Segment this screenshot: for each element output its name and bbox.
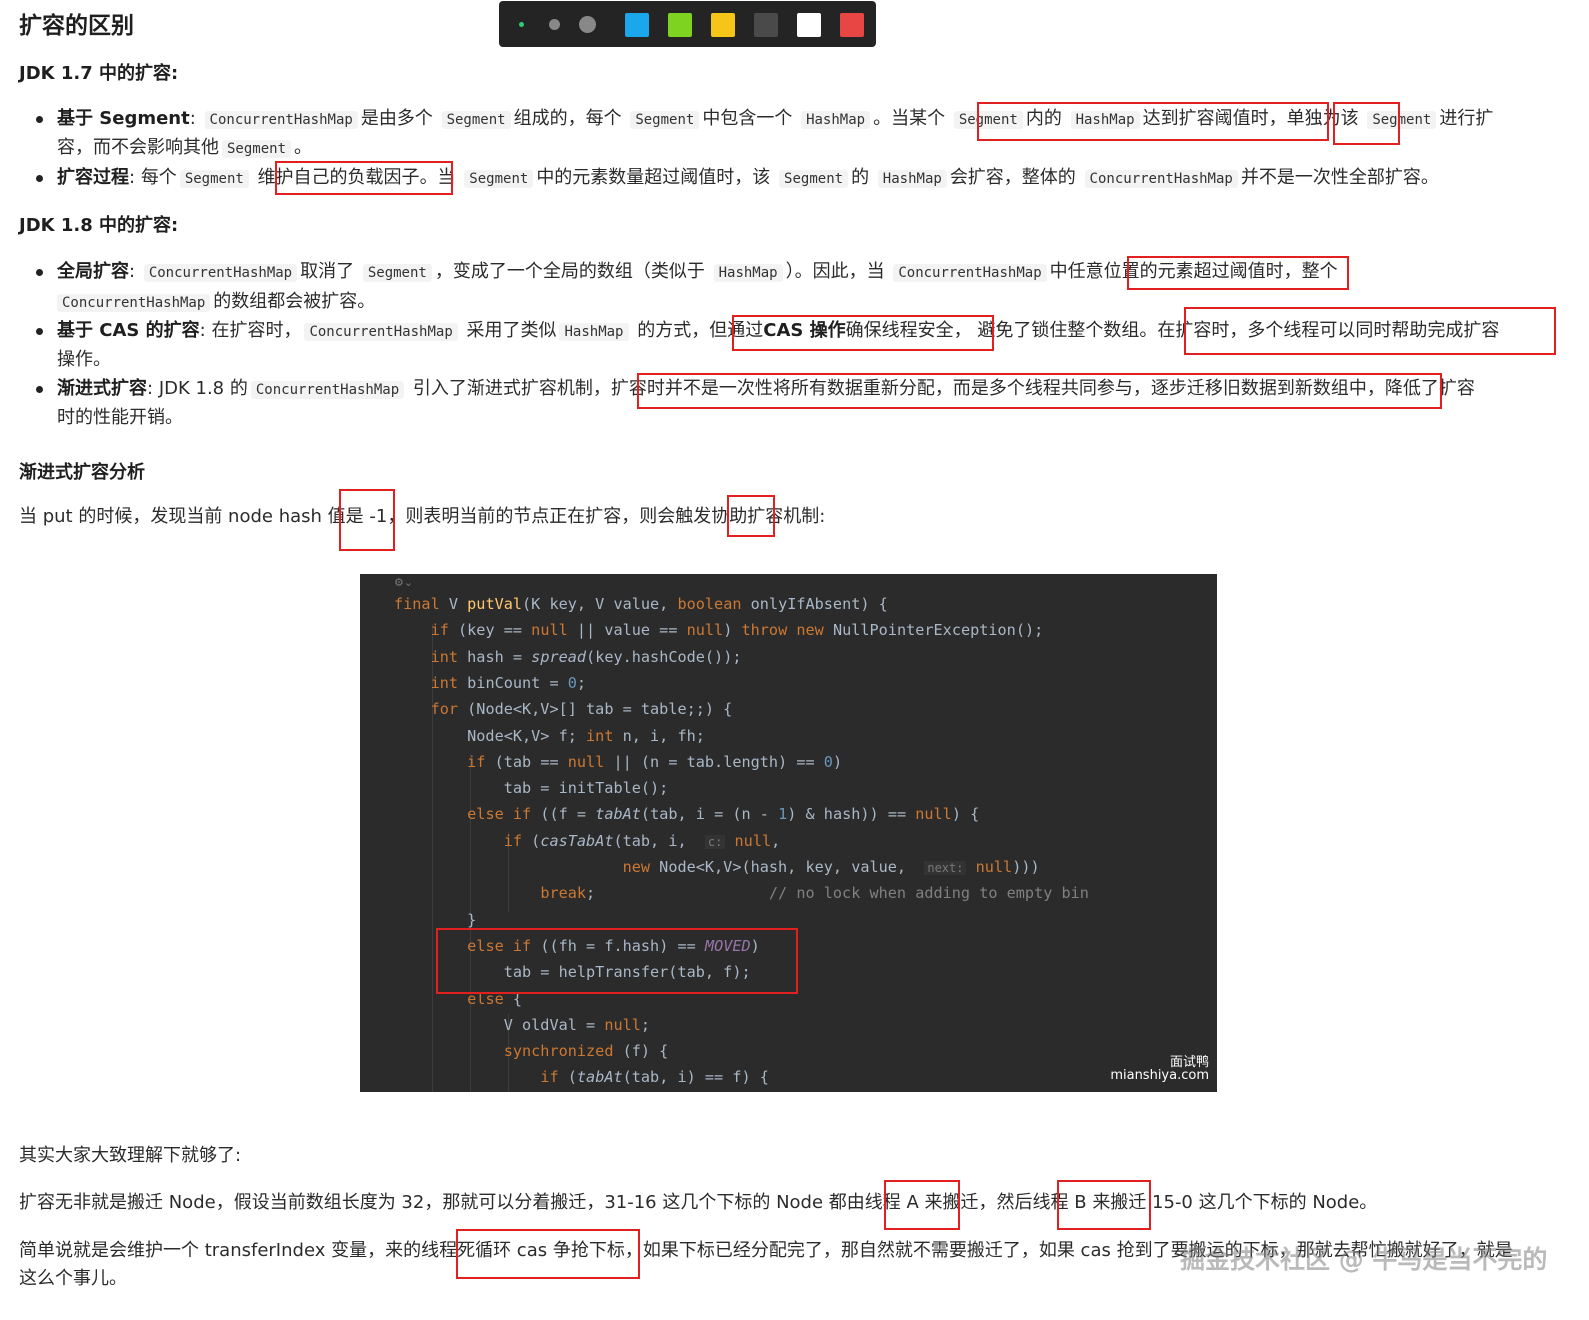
code-line: Node<K,V> f; int n, i, fh;: [394, 726, 705, 745]
color-swatch-white[interactable]: [797, 13, 821, 37]
summary-p2: 扩容无非就是搬迁 Node，假设当前数组长度为 32，那就可以分着搬迁，31-1…: [19, 1192, 1378, 1213]
code-line: for (Node<K,V>[] tab = table;;) {: [430, 700, 733, 719]
code-line: else if ((f = tabAt(tab, i = (n - 1) & h…: [467, 805, 980, 824]
jdk17-heading: JDK 1.7 中的扩容:: [19, 63, 179, 84]
analysis-intro: 当 put 的时候，发现当前 node hash 值是 -1，则表明当前的节点正…: [19, 506, 826, 527]
summary-watermark: 掘金技术社区 @ 牛马是当不完的: [1180, 1245, 1548, 1274]
highlight-box: [977, 102, 1329, 141]
code-screenshot: ⚙⌄ final V putVal(K key, V value, boolea…: [360, 574, 1217, 1092]
highlight-box: [637, 373, 1442, 409]
color-swatch-green[interactable]: [668, 13, 692, 37]
highlight-box: [1057, 1180, 1151, 1230]
jdk17-bullet-segment-line2: 容，而不会影响其他 Segment。: [57, 137, 313, 158]
jdk18-bullet-progressive-line2: 时的性能开销。: [57, 407, 183, 428]
bullet-dot: [36, 175, 43, 182]
color-swatch-gray[interactable]: [754, 13, 778, 37]
highlight-box: [436, 928, 798, 994]
highlight-box: [1184, 307, 1556, 355]
color-swatch-blue[interactable]: [625, 13, 649, 37]
code-line: tab = initTable();: [394, 779, 669, 798]
pen-size-small-icon[interactable]: [519, 22, 524, 27]
analysis-heading: 渐进式扩容分析: [19, 462, 145, 483]
jdk18-heading: JDK 1.8 中的扩容:: [19, 215, 179, 236]
code-line: if (key == null || value == null) throw …: [430, 621, 1044, 640]
highlight-box: [456, 1229, 640, 1279]
jdk18-bullet-cas-line2: 操作。: [57, 349, 111, 370]
code-line: if (tabAt(tab, i) == f) {: [540, 1068, 769, 1087]
summary-p4: 这么个事儿。: [19, 1268, 127, 1289]
bullet-dot: [36, 269, 43, 276]
annotation-toolbar: [499, 1, 876, 47]
code-line: new Node<K,V>(hash, key, value, next: nu…: [622, 858, 1040, 876]
highlight-box: [732, 315, 994, 351]
code-line: int binCount = 0;: [430, 673, 587, 692]
highlight-box: [275, 161, 453, 195]
highlight-box: [1127, 256, 1349, 290]
summary-p1: 其实大家大致理解下就够了:: [19, 1145, 242, 1166]
code-line: if (casTabAt(tab, i, c: null,: [503, 831, 781, 850]
highlight-box: [727, 495, 775, 537]
jdk17-bullet-process: 扩容过程: 每个 Segment 维护自己的负载因子。当 Segment 中的元素数…: [57, 167, 1439, 188]
bullet-dot: [36, 386, 43, 393]
code-line: V oldVal = null;: [394, 1015, 651, 1034]
pen-size-large-icon[interactable]: [579, 16, 596, 33]
color-swatch-yellow[interactable]: [711, 13, 735, 37]
color-swatch-red[interactable]: [840, 13, 864, 37]
code-line: int hash = spread(key.hashCode());: [430, 647, 742, 666]
jdk18-bullet-global-line2: ConcurrentHashMap 的数组都会被扩容。: [57, 288, 375, 317]
highlight-box: [339, 489, 395, 551]
highlight-box: [1333, 102, 1400, 145]
bullet-dot: [36, 328, 43, 335]
page-title: 扩容的区别: [19, 13, 134, 39]
code-line: if (tab == null || (n = tab.length) == 0…: [467, 752, 843, 771]
code-watermark-url: mianshiya.com: [1110, 1068, 1209, 1083]
code-line: synchronized (f) {: [503, 1042, 669, 1061]
bullet-dot: [36, 116, 43, 123]
pen-size-medium-icon[interactable]: [549, 19, 560, 30]
code-fold-icon: ⚙⌄: [394, 576, 414, 589]
code-line: final V putVal(K key, V value, boolean o…: [394, 595, 888, 613]
code-line: break; // no lock when adding to empty b…: [540, 884, 1089, 903]
highlight-box: [884, 1180, 960, 1230]
